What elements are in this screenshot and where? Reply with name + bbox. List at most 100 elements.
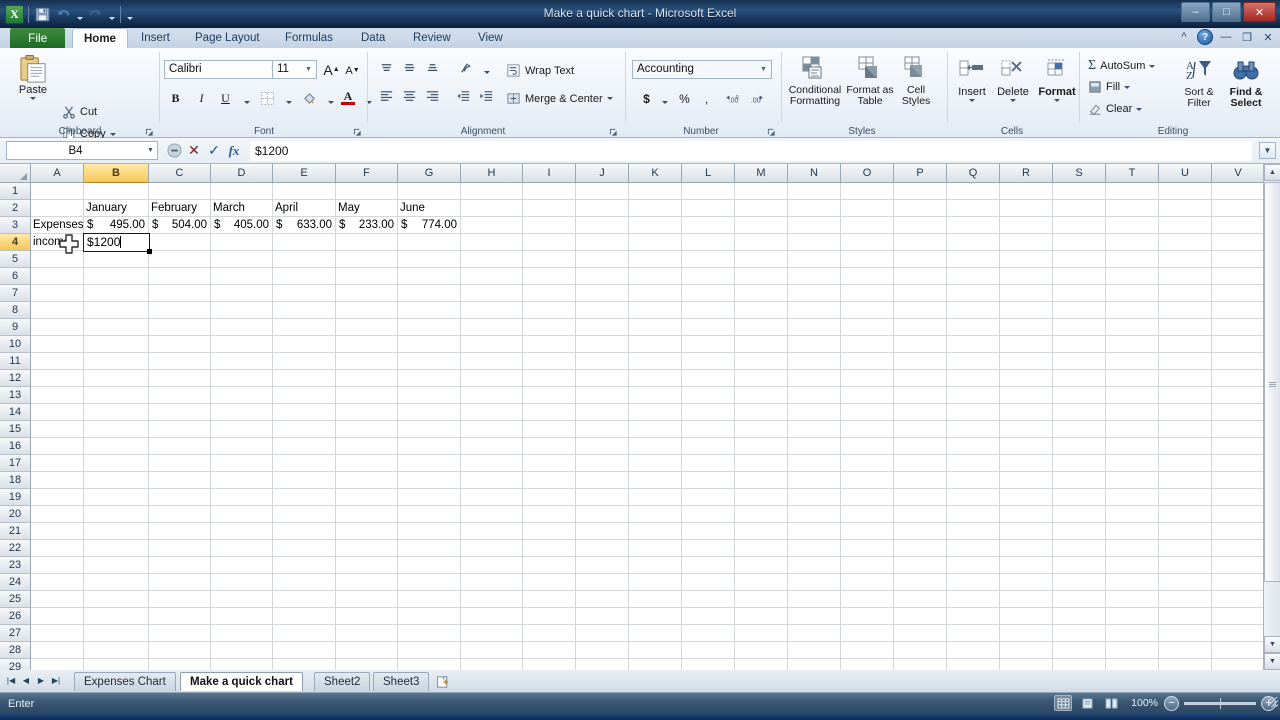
cell-H17[interactable] bbox=[461, 455, 523, 472]
cell-G12[interactable] bbox=[398, 370, 461, 387]
cell-Q10[interactable] bbox=[947, 336, 1000, 353]
undo-dropdown-icon[interactable] bbox=[75, 5, 84, 24]
cell-I7[interactable] bbox=[523, 285, 576, 302]
cell-R22[interactable] bbox=[1000, 540, 1053, 557]
cell-N21[interactable] bbox=[788, 523, 841, 540]
column-header-b[interactable]: B bbox=[84, 164, 149, 183]
cell-N26[interactable] bbox=[788, 608, 841, 625]
column-header-d[interactable]: D bbox=[211, 164, 273, 183]
cell-C26[interactable] bbox=[149, 608, 211, 625]
cell-R5[interactable] bbox=[1000, 251, 1053, 268]
cell-B6[interactable] bbox=[84, 268, 149, 285]
grow-font-button[interactable]: A ▲ bbox=[321, 59, 342, 80]
cell-K23[interactable] bbox=[629, 557, 682, 574]
cell-O12[interactable] bbox=[841, 370, 894, 387]
cell-P25[interactable] bbox=[894, 591, 947, 608]
cell-I27[interactable] bbox=[523, 625, 576, 642]
cell-L20[interactable] bbox=[682, 506, 735, 523]
cell-R23[interactable] bbox=[1000, 557, 1053, 574]
cell-S23[interactable] bbox=[1053, 557, 1106, 574]
vertical-scroll-thumb[interactable] bbox=[1264, 182, 1280, 582]
cell-K9[interactable] bbox=[629, 319, 682, 336]
align-right-button[interactable] bbox=[422, 86, 443, 107]
cell-G8[interactable] bbox=[398, 302, 461, 319]
cell-B3[interactable]: $495.00 bbox=[84, 217, 149, 234]
cell-R6[interactable] bbox=[1000, 268, 1053, 285]
cell-M6[interactable] bbox=[735, 268, 788, 285]
cell-P28[interactable] bbox=[894, 642, 947, 659]
row-header-19[interactable]: 19 bbox=[0, 489, 31, 506]
cell-M14[interactable] bbox=[735, 404, 788, 421]
cell-B18[interactable] bbox=[84, 472, 149, 489]
normal-view-button[interactable] bbox=[1054, 695, 1072, 711]
cell-N28[interactable] bbox=[788, 642, 841, 659]
cell-N27[interactable] bbox=[788, 625, 841, 642]
cell-J26[interactable] bbox=[576, 608, 629, 625]
row-header-13[interactable]: 13 bbox=[0, 387, 31, 404]
cell-U25[interactable] bbox=[1159, 591, 1212, 608]
column-header-j[interactable]: J bbox=[576, 164, 629, 183]
cell-S25[interactable] bbox=[1053, 591, 1106, 608]
cell-S5[interactable] bbox=[1053, 251, 1106, 268]
cell-K24[interactable] bbox=[629, 574, 682, 591]
cell-A8[interactable] bbox=[31, 302, 84, 319]
insert-function-button[interactable]: fx bbox=[224, 141, 244, 161]
cell-I15[interactable] bbox=[523, 421, 576, 438]
cell-J1[interactable] bbox=[576, 183, 629, 200]
cell-H8[interactable] bbox=[461, 302, 523, 319]
cell-U11[interactable] bbox=[1159, 353, 1212, 370]
cell-Q9[interactable] bbox=[947, 319, 1000, 336]
cell-O19[interactable] bbox=[841, 489, 894, 506]
cell-N24[interactable] bbox=[788, 574, 841, 591]
cell-G10[interactable] bbox=[398, 336, 461, 353]
row-header-16[interactable]: 16 bbox=[0, 438, 31, 455]
cell-U12[interactable] bbox=[1159, 370, 1212, 387]
row-header-27[interactable]: 27 bbox=[0, 625, 31, 642]
cell-R17[interactable] bbox=[1000, 455, 1053, 472]
cell-K26[interactable] bbox=[629, 608, 682, 625]
format-cells-button[interactable]: Format bbox=[1036, 55, 1078, 102]
cell-H25[interactable] bbox=[461, 591, 523, 608]
cell-O17[interactable] bbox=[841, 455, 894, 472]
align-bottom-button[interactable] bbox=[422, 58, 443, 79]
cell-H13[interactable] bbox=[461, 387, 523, 404]
find-select-button[interactable]: Find & Select bbox=[1222, 55, 1270, 109]
cell-S14[interactable] bbox=[1053, 404, 1106, 421]
column-header-a[interactable]: A bbox=[31, 164, 84, 183]
cell-T5[interactable] bbox=[1106, 251, 1159, 268]
cell-B9[interactable] bbox=[84, 319, 149, 336]
next-sheet-button[interactable]: ▶ bbox=[34, 673, 48, 688]
cell-K8[interactable] bbox=[629, 302, 682, 319]
cell-U20[interactable] bbox=[1159, 506, 1212, 523]
zoom-track[interactable] bbox=[1184, 697, 1256, 709]
cell-C20[interactable] bbox=[149, 506, 211, 523]
column-header-q[interactable]: Q bbox=[947, 164, 1000, 183]
cell-F9[interactable] bbox=[336, 319, 398, 336]
cell-L12[interactable] bbox=[682, 370, 735, 387]
cell-J5[interactable] bbox=[576, 251, 629, 268]
cell-N19[interactable] bbox=[788, 489, 841, 506]
column-header-m[interactable]: M bbox=[735, 164, 788, 183]
cell-D24[interactable] bbox=[211, 574, 273, 591]
cell-H29[interactable] bbox=[461, 659, 523, 670]
cell-H24[interactable] bbox=[461, 574, 523, 591]
cell-H18[interactable] bbox=[461, 472, 523, 489]
cell-J22[interactable] bbox=[576, 540, 629, 557]
cell-G11[interactable] bbox=[398, 353, 461, 370]
cell-A6[interactable] bbox=[31, 268, 84, 285]
cell-U18[interactable] bbox=[1159, 472, 1212, 489]
cell-R10[interactable] bbox=[1000, 336, 1053, 353]
cell-L8[interactable] bbox=[682, 302, 735, 319]
font-dialog-launcher[interactable] bbox=[353, 128, 362, 137]
cell-N20[interactable] bbox=[788, 506, 841, 523]
cell-O3[interactable] bbox=[841, 217, 894, 234]
cell-B22[interactable] bbox=[84, 540, 149, 557]
cell-U4[interactable] bbox=[1159, 234, 1212, 251]
cell-H21[interactable] bbox=[461, 523, 523, 540]
cell-S24[interactable] bbox=[1053, 574, 1106, 591]
cell-I5[interactable] bbox=[523, 251, 576, 268]
cell-N8[interactable] bbox=[788, 302, 841, 319]
cell-B7[interactable] bbox=[84, 285, 149, 302]
cell-I29[interactable] bbox=[523, 659, 576, 670]
cell-H20[interactable] bbox=[461, 506, 523, 523]
